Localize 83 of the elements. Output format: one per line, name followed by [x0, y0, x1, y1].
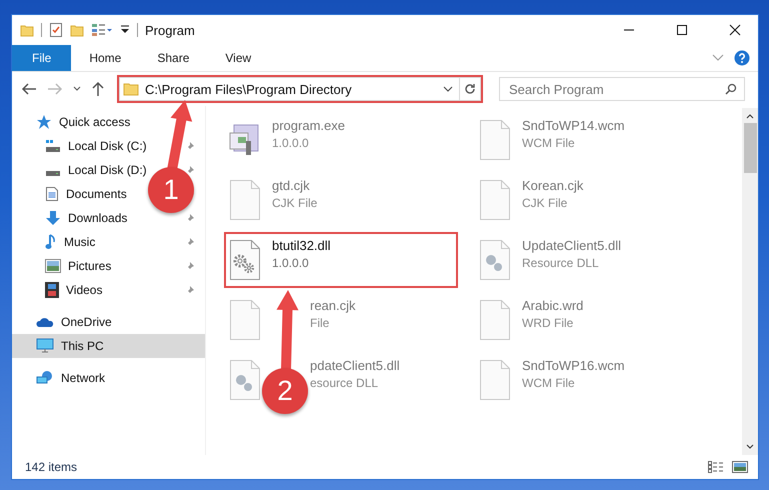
file-icon [478, 359, 512, 401]
scroll-up-icon[interactable] [746, 114, 754, 119]
file-detail: WCM File [522, 136, 576, 150]
file-name: UpdateClient5.dll [522, 238, 622, 253]
sidebar-item[interactable]: Local Disk (D:) [45, 163, 147, 177]
file-icon [478, 299, 512, 341]
up-icon[interactable] [91, 81, 105, 97]
file-detail: CJK File [272, 196, 318, 210]
file-icon [228, 299, 262, 341]
network-icon [36, 370, 54, 386]
recent-locations-icon[interactable] [73, 86, 81, 92]
file-detail: 1.0.0.0 [272, 136, 310, 150]
file-detail: Resource DLL [522, 256, 600, 270]
music-note-icon [45, 234, 57, 250]
scroll-down-icon[interactable] [746, 444, 754, 449]
folder-icon [123, 82, 139, 96]
file-name: SndToWP14.wcm [522, 118, 625, 133]
dropdown-icon[interactable] [443, 86, 453, 92]
scrollbar[interactable] [742, 108, 758, 455]
details-view-icon[interactable] [708, 461, 724, 473]
file-name: rean.cjk [310, 298, 356, 313]
sidebar-item[interactable]: This PC [36, 338, 104, 354]
settings-file-icon [228, 239, 262, 281]
sidebar-item[interactable]: Documents [45, 186, 127, 202]
minimize-icon [623, 29, 635, 31]
window-title: Program [145, 22, 195, 38]
sidebar-item[interactable]: Downloads [45, 210, 128, 226]
properties-icon[interactable] [49, 22, 63, 38]
sidebar-item[interactable]: Music [45, 234, 96, 250]
search-field[interactable]: Search Program [499, 77, 745, 101]
resource-file-icon [228, 359, 262, 401]
ribbon-tab[interactable]: View [207, 45, 270, 71]
file-name: btutil32.dll [272, 238, 331, 253]
file-item[interactable]: btutil32.dll 1.0.0.0 [224, 232, 458, 288]
file-name: SndToWP16.wcm [522, 358, 625, 373]
large-icons-view-icon[interactable] [732, 461, 748, 473]
address-field[interactable]: C:\Program Files\Program Directory [119, 77, 459, 101]
item-count: 142 items [25, 460, 78, 474]
file-detail: File [310, 316, 330, 330]
sidebar-item[interactable]: Videos [45, 282, 102, 298]
file-name: program.exe [272, 118, 345, 133]
ribbon-tab[interactable]: Home [71, 45, 140, 71]
dropdown-icon[interactable] [120, 24, 130, 36]
view-options-icon[interactable] [91, 23, 113, 37]
sidebar-item[interactable]: Quick access [36, 114, 130, 130]
ribbon-tab[interactable]: Share [139, 45, 208, 71]
drive-icon [45, 138, 61, 154]
document-icon [45, 186, 59, 202]
sidebar-item[interactable]: Local Disk (C:) [45, 138, 147, 154]
close-icon [729, 24, 741, 36]
resource-file-icon [478, 239, 512, 281]
back-icon[interactable] [21, 82, 37, 96]
file-name: Arabic.wrd [522, 298, 584, 313]
address-path: C:\Program Files\Program Directory [145, 82, 353, 96]
file-icon [228, 179, 262, 221]
refresh-icon [464, 83, 476, 95]
film-icon [45, 282, 59, 298]
cloud-icon [36, 316, 54, 328]
maximize-icon [676, 24, 688, 36]
file-name: gtd.cjk [272, 178, 311, 193]
file-detail: WCM File [522, 376, 576, 390]
search-icon [725, 83, 737, 95]
file-detail: CJK File [522, 196, 568, 210]
computer-icon [36, 338, 54, 354]
file-detail: WRD File [522, 316, 574, 330]
download-icon [45, 210, 61, 226]
file-icon [478, 119, 512, 161]
scrollbar-thumb[interactable] [744, 123, 756, 173]
sidebar-item[interactable]: Pictures [45, 259, 112, 273]
file-icon [478, 179, 512, 221]
sidebar-item[interactable]: Network [36, 370, 106, 386]
ribbon-tab[interactable]: File [12, 45, 72, 71]
sidebar-item[interactable]: OneDrive [36, 315, 112, 329]
expand-ribbon-icon[interactable] [712, 54, 724, 62]
drive-icon [45, 170, 61, 176]
refresh-button[interactable] [459, 77, 481, 101]
file-name: Korean.cjk [522, 178, 584, 193]
file-detail: 1.0.0.0 [272, 256, 310, 270]
star-icon [36, 114, 52, 130]
file-detail: esource DLL [310, 376, 380, 390]
file-name: pdateClient5.dll [310, 358, 400, 373]
picture-icon [45, 259, 61, 273]
help-icon[interactable] [734, 50, 750, 66]
